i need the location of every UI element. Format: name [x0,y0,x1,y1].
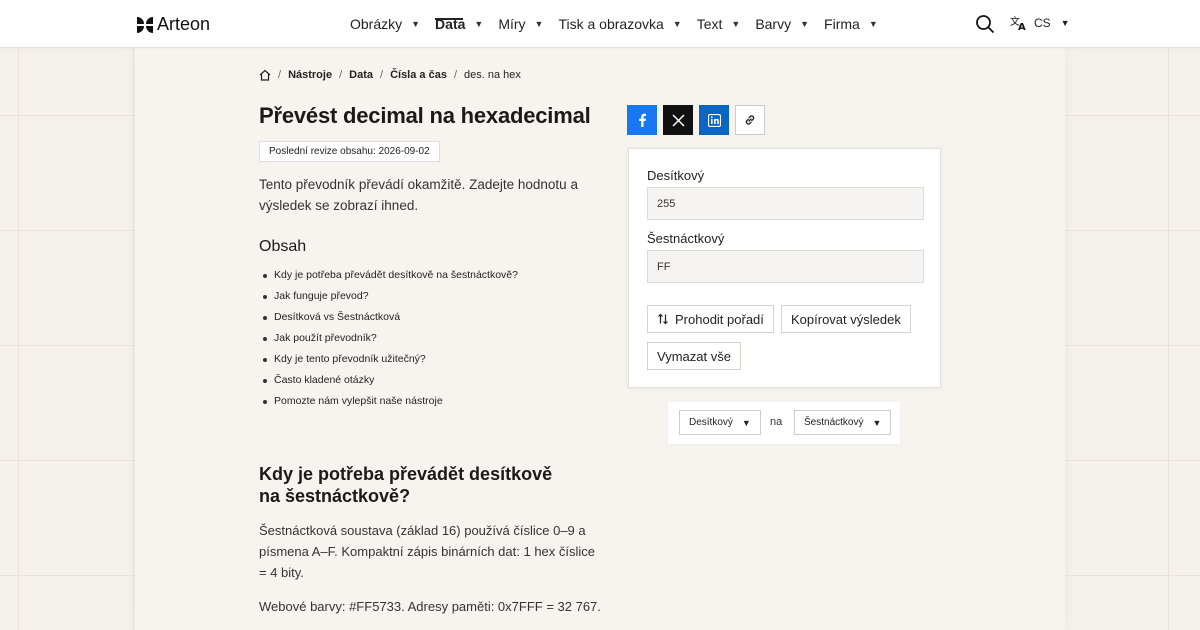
caret-down-icon: ▼ [411,19,421,29]
breadcrumb-separator: / [453,69,457,81]
toc-item[interactable]: Jak funguje převod? [259,286,518,307]
nav-item-label: Tisk a obrazovka [558,16,664,32]
nav-item-obrazky[interactable]: Obrázky ▼ [350,0,420,48]
clear-button-label: Vymazat vše [657,348,731,364]
breadcrumb-item[interactable]: Nástroje [288,69,332,81]
section-paragraph: Šestnáctková soustava (základ 16) použív… [259,523,596,580]
copy-result-button[interactable]: Kopírovat výsledek [781,305,911,333]
svg-text:A: A [1018,22,1026,31]
intro-text: Tento převodník převádí okamžitě. Zadejt… [259,177,578,213]
swap-button[interactable]: Prohodit pořadí [647,305,774,333]
hex-label: Šestnáctkový [647,231,725,246]
link-icon[interactable] [735,105,765,135]
nav-item-label: Barvy [755,16,792,32]
decimal-input[interactable]: 255 [647,187,924,220]
toc-list: Kdy je potřeba převádět desítkově na šes… [259,265,518,412]
translate-icon: 文A [1010,15,1026,31]
top-navbar: Arteon Obrázky ▼ Data ▼ Míry ▼ Tisk a obraz… [0,0,1200,48]
from-unit-value: Desítkový [689,417,733,428]
breadcrumb-item[interactable]: Data [349,69,373,81]
section-heading: Kdy je potřeba převádět desítkově na šes… [259,464,553,506]
clear-all-button[interactable]: Vymazat vše [647,342,741,370]
breadcrumb-separator: / [278,69,282,81]
brand-logo[interactable]: Arteon [137,14,210,35]
revision-badge: Poslední revize obsahu: 2026-09-02 [259,141,440,162]
share-buttons [627,105,765,135]
breadcrumb-separator: / [380,69,384,81]
home-icon[interactable] [259,69,271,81]
caret-down-icon: ▼ [474,19,484,29]
nav-item-label: Míry [498,16,526,32]
section-paragraph: Webové barvy: #FF5733. Adresy paměti: 0x… [259,599,601,614]
breadcrumb-current: des. na hex [464,69,521,81]
main-nav: Obrázky ▼ Data ▼ Míry ▼ Tisk a obrazovka ▼ T… [350,0,893,48]
hex-output[interactable]: FF [647,250,924,283]
toc-item[interactable]: Kdy je potřeba převádět desítkově na šes… [259,265,518,286]
nav-item-miry[interactable]: Míry ▼ [498,0,543,48]
to-unit-value: Šestnáctkový [804,417,864,428]
logo-mark-icon [137,16,153,33]
caret-down-icon: ▼ [800,19,810,29]
toc-item[interactable]: Často kladené otázky [259,370,518,391]
toc-item[interactable]: Kdy je tento převodník užitečný? [259,349,518,370]
caret-down-icon: ▼ [731,19,741,29]
nav-item-text[interactable]: Text ▼ [697,0,741,48]
nav-item-label: Text [696,16,723,32]
direction-selector: Desítkový ▼ na Šestnáctkový ▼ [668,402,900,444]
brand-name: Arteon [157,14,211,34]
breadcrumb-separator: / [339,69,343,81]
caret-down-icon: ▼ [872,417,882,428]
direction-joiner: na [770,416,783,428]
search-icon[interactable] [975,14,995,34]
linkedin-icon[interactable] [699,105,729,135]
caret-down-icon: ▼ [672,19,682,29]
toc-item[interactable]: Pomozte nám vylepšit naše nástroje [259,391,518,412]
converter-panel: Desítkový 255 Šestnáctkový FF Prohodit p… [628,148,941,388]
x-icon[interactable] [663,105,693,135]
caret-down-icon: ▼ [534,19,544,29]
nav-item-firma[interactable]: Firma ▼ [824,0,878,48]
facebook-icon[interactable] [627,105,657,135]
to-unit-select[interactable]: Šestnáctkový ▼ [794,410,892,435]
nav-item-label: Firma [824,16,860,32]
breadcrumb-item[interactable]: Čísla a čas [390,69,447,81]
page-title: Převést decimal na hexadecimal [259,103,591,128]
caret-down-icon: ▼ [741,417,751,428]
toc-title: Obsah [259,238,307,255]
from-unit-select[interactable]: Desítkový ▼ [679,410,761,435]
caret-down-icon: ▼ [1060,18,1070,28]
nav-item-barvy[interactable]: Barvy ▼ [755,0,809,48]
caret-down-icon: ▼ [868,19,878,29]
nav-item-label: Obrázky [350,16,403,32]
toc-item[interactable]: Desítková vs Šestnáctková [259,307,518,328]
language-switcher[interactable]: 文A CS ▼ [1010,15,1070,31]
copy-button-label: Kopírovat výsledek [791,311,901,327]
toc-item[interactable]: Jak použít převodník? [259,328,518,349]
decimal-label: Desítkový [647,168,705,183]
nav-item-label: Data [435,16,466,32]
nav-item-tisk[interactable]: Tisk a obrazovka ▼ [558,0,681,48]
nav-item-data[interactable]: Data ▼ [435,0,483,48]
breadcrumb: / Nástroje / Data / Čísla a čas / des. n… [259,69,521,81]
language-code: CS [1034,16,1051,30]
swap-button-label: Prohodit pořadí [675,311,764,327]
swap-icon [658,313,668,325]
